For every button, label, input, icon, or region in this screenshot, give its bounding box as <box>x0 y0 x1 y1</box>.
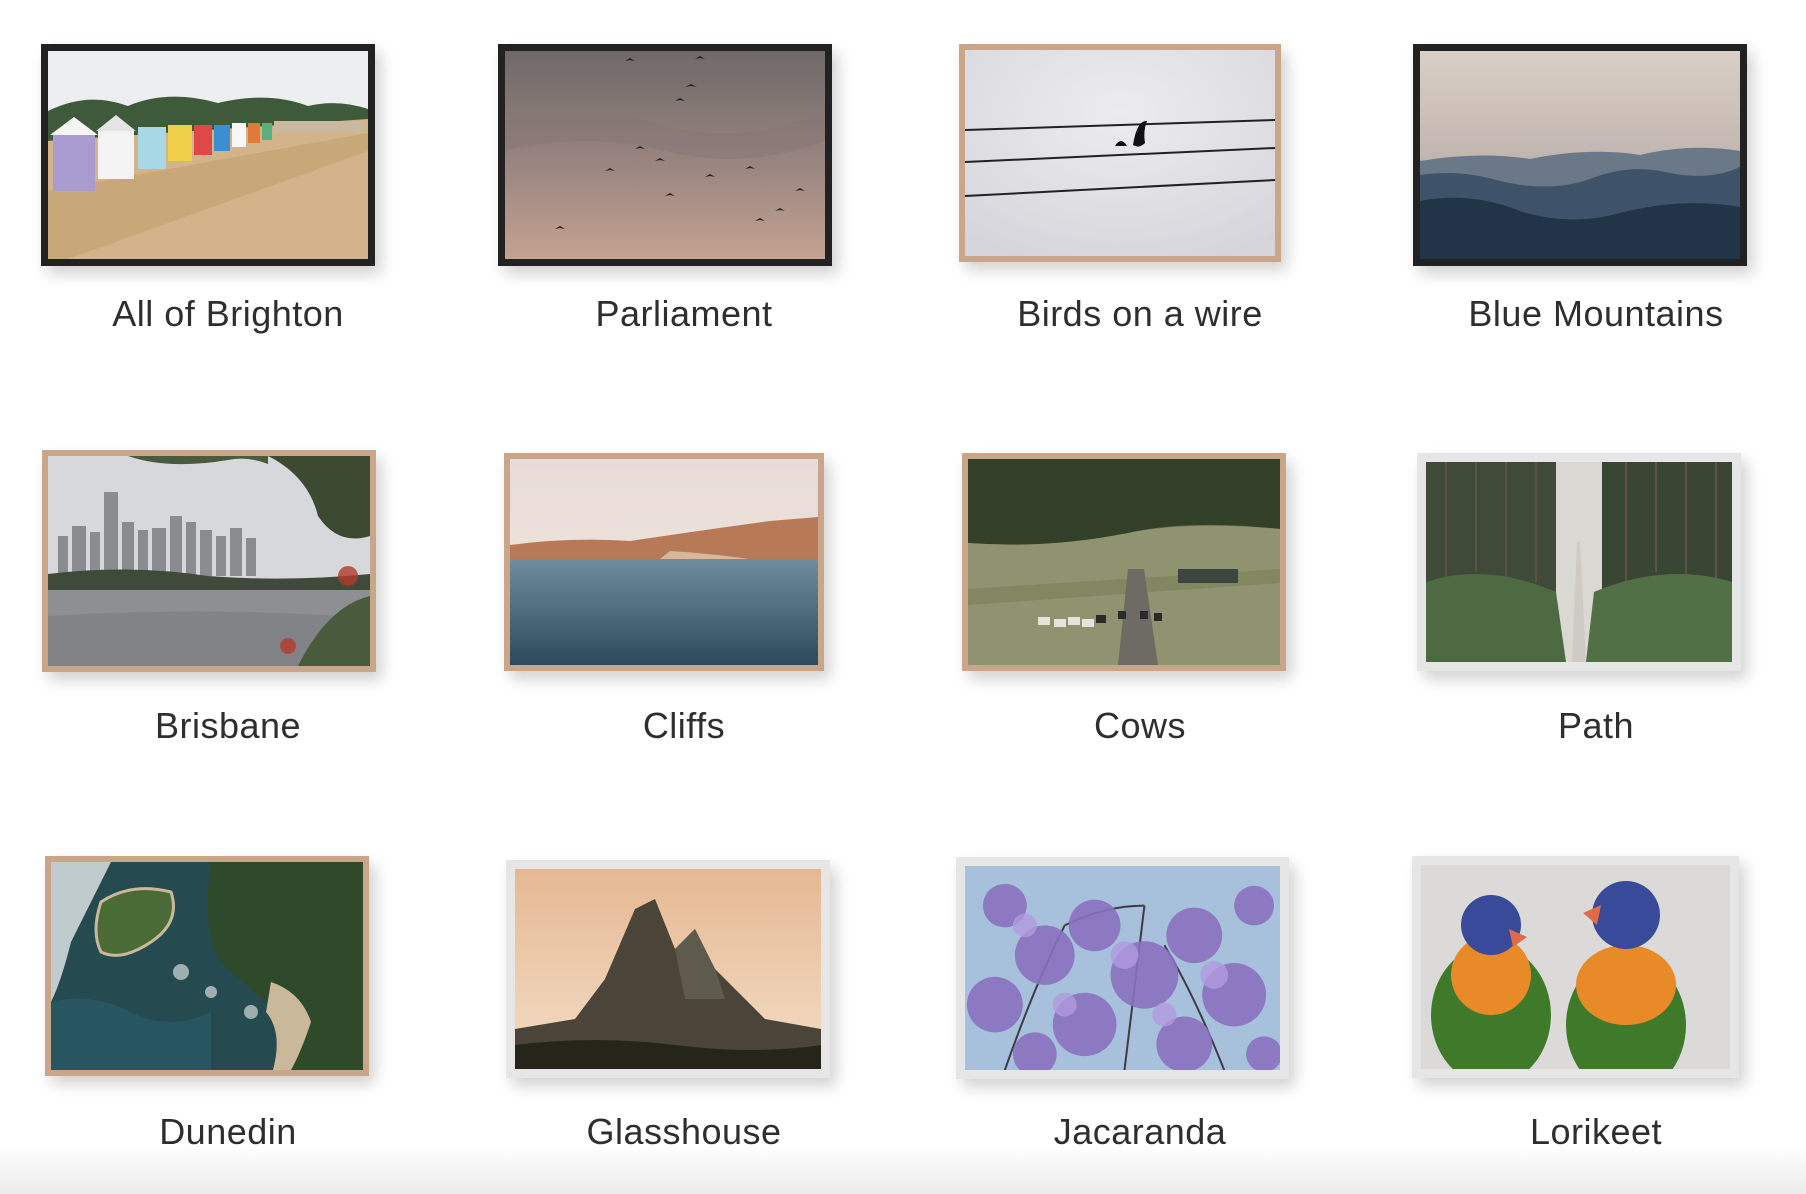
print-title[interactable]: Parliament <box>456 293 912 335</box>
mountains-icon <box>1420 51 1740 259</box>
print-title[interactable]: Birds on a wire <box>912 293 1368 335</box>
cliffs-icon <box>510 459 818 665</box>
print-frame[interactable] <box>962 453 1286 671</box>
forest-path-icon <box>1426 462 1732 662</box>
print-frame[interactable] <box>506 860 830 1078</box>
print-frame[interactable] <box>1412 856 1739 1078</box>
beach-huts-icon <box>48 51 368 259</box>
print-frame[interactable] <box>1413 44 1747 266</box>
print-frame[interactable] <box>956 857 1289 1079</box>
print-title[interactable]: Cows <box>912 705 1368 747</box>
print-title[interactable]: Cliffs <box>456 705 912 747</box>
print-frame[interactable] <box>45 856 369 1076</box>
print-frame[interactable] <box>504 453 824 671</box>
print-title[interactable]: Blue Mountains <box>1368 293 1806 335</box>
city-skyline-icon <box>48 456 370 666</box>
bottom-fade <box>0 1144 1806 1194</box>
print-gallery: All of Brighton Parliament Birds on a wi… <box>0 0 1806 1194</box>
print-frame[interactable] <box>1417 453 1741 671</box>
lorikeet-icon <box>1421 865 1730 1069</box>
print-frame[interactable] <box>41 44 375 266</box>
birds-sky-icon <box>505 51 825 259</box>
print-title[interactable]: Path <box>1368 705 1806 747</box>
print-frame[interactable] <box>959 44 1281 262</box>
birds-wire-icon <box>965 50 1275 256</box>
print-frame[interactable] <box>498 44 832 266</box>
cows-road-icon <box>968 459 1280 665</box>
mountain-peak-icon <box>515 869 821 1069</box>
coastline-aerial-icon <box>51 862 363 1070</box>
print-title[interactable]: All of Brighton <box>0 293 456 335</box>
jacaranda-icon <box>965 866 1280 1070</box>
print-frame[interactable] <box>42 450 376 672</box>
print-title[interactable]: Brisbane <box>0 705 456 747</box>
